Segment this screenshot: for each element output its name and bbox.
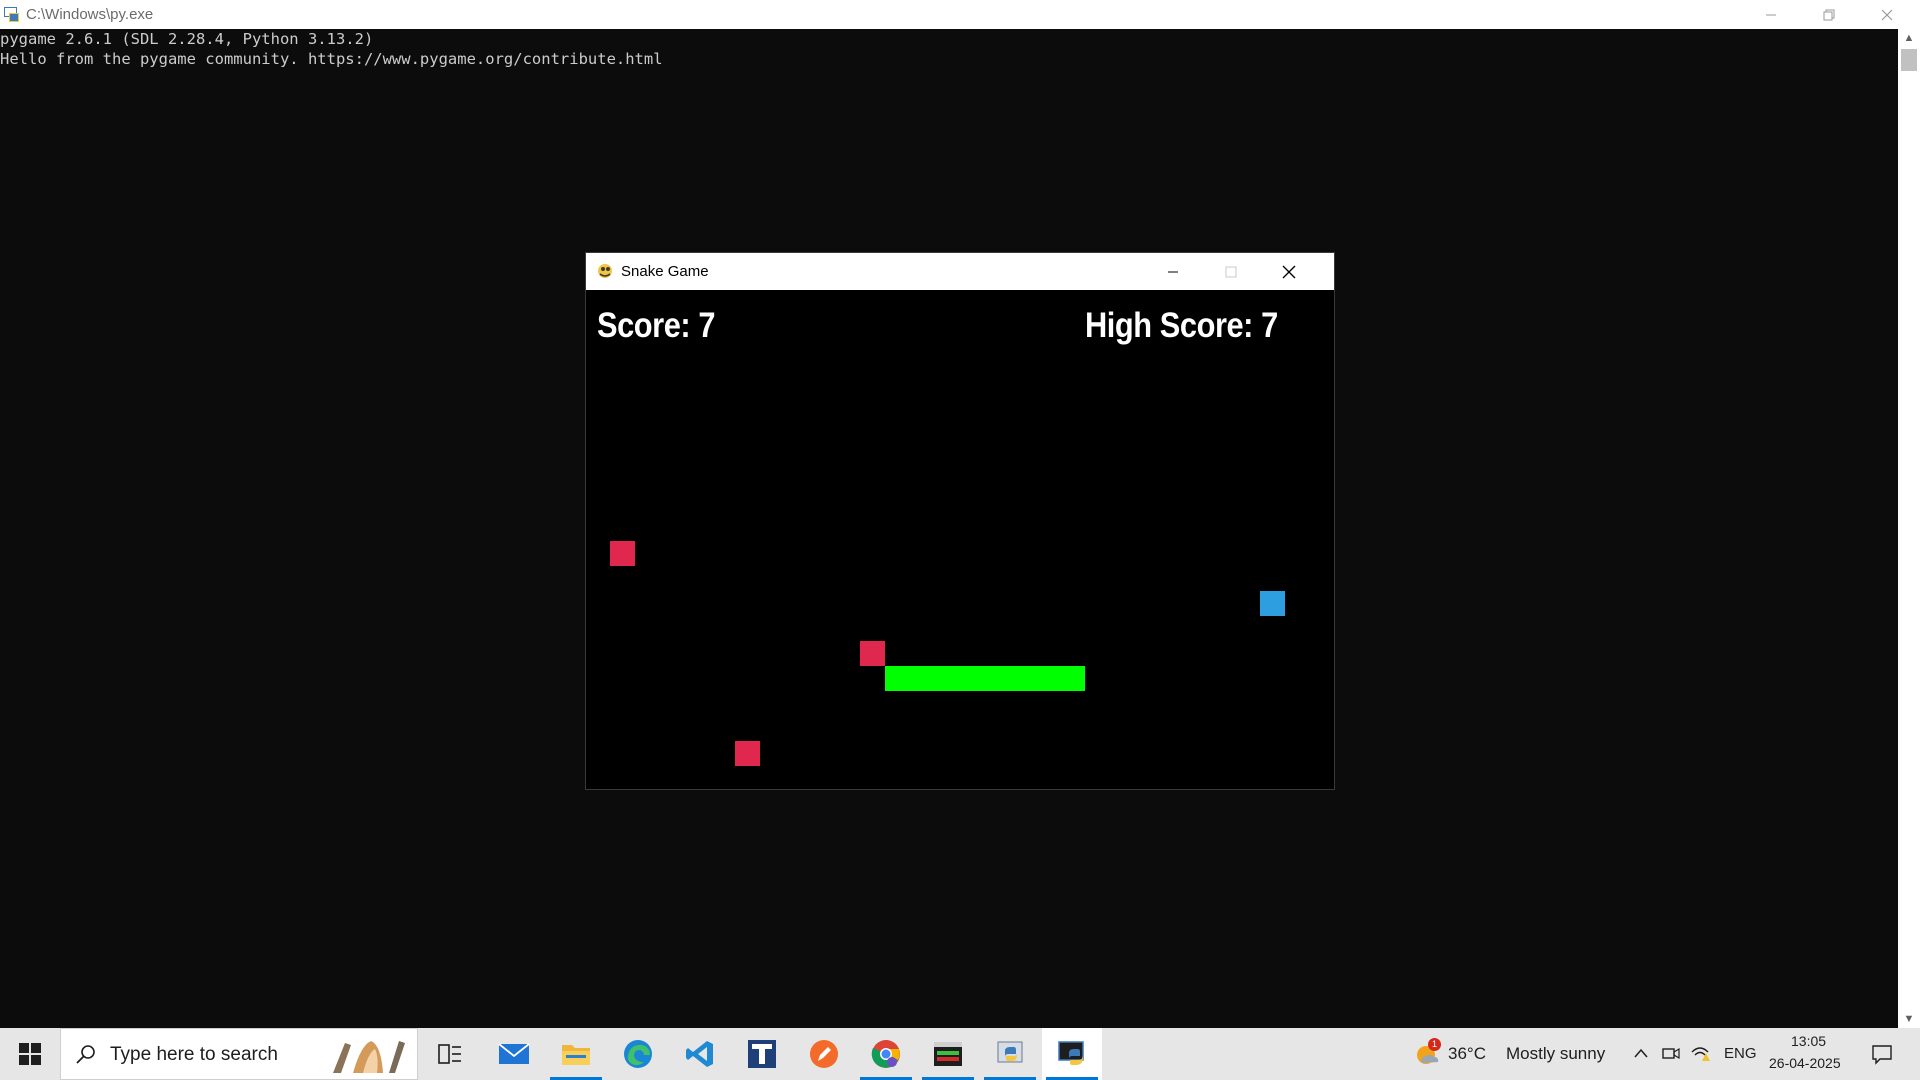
- game-title: Snake Game: [621, 263, 709, 280]
- game-minimize-button[interactable]: [1144, 253, 1202, 290]
- clock-date[interactable]: 26-04-2025: [1769, 1055, 1841, 1071]
- snake-game-window: Snake Game Score: 7 High Score: 7: [585, 252, 1335, 790]
- python-console-icon: [1058, 1041, 1084, 1065]
- red-obstacle-block: [735, 741, 760, 766]
- taskbar-pencil-app-button[interactable]: [794, 1028, 854, 1080]
- scroll-thumb[interactable]: [1901, 49, 1917, 71]
- minimize-icon: [1168, 271, 1178, 272]
- taskbar-chrome-button[interactable]: [856, 1028, 916, 1080]
- search-highlight-art-icon: [333, 1041, 405, 1073]
- taskbar-search-box[interactable]: Type here to search: [60, 1028, 418, 1080]
- windows-logo-icon: [19, 1043, 41, 1065]
- game-canvas[interactable]: Score: 7 High Score: 7: [586, 290, 1334, 789]
- taskbar-edge-button[interactable]: [608, 1028, 668, 1080]
- mail-icon: [498, 1043, 530, 1064]
- restore-icon: [1823, 9, 1835, 20]
- taskbar: Type here to search 1 36°C Mostly sunny …: [0, 1028, 1920, 1080]
- weather-alert-badge: 1: [1428, 1038, 1441, 1051]
- console-restore-button[interactable]: [1800, 0, 1858, 29]
- console-close-button[interactable]: [1858, 0, 1916, 29]
- scroll-down-arrow-icon[interactable]: ▼: [1898, 1010, 1920, 1028]
- vscode-icon: [686, 1041, 713, 1067]
- weather-widget-icon[interactable]: 1: [1414, 1038, 1441, 1067]
- blue-food-block: [1260, 591, 1285, 616]
- weather-description[interactable]: Mostly sunny: [1506, 1044, 1605, 1064]
- score-label: Score: 7: [597, 306, 716, 345]
- task-view-button[interactable]: [420, 1028, 480, 1080]
- pencil-app-icon: [810, 1040, 838, 1068]
- snake-body: [885, 666, 1085, 691]
- console-line: Hello from the pygame community. https:/…: [0, 50, 663, 68]
- notification-icon: [1872, 1045, 1892, 1065]
- taskbar-vscode-button[interactable]: [670, 1028, 730, 1080]
- terminal-icon: [934, 1042, 962, 1066]
- search-placeholder: Type here to search: [110, 1044, 278, 1065]
- weather-temperature[interactable]: 36°C: [1448, 1044, 1486, 1064]
- taskbar-typora-button[interactable]: [732, 1028, 792, 1080]
- camera-icon: [1662, 1047, 1680, 1060]
- search-icon: [76, 1045, 95, 1064]
- console-line: pygame 2.6.1 (SDL 2.28.4, Python 3.13.2): [0, 30, 374, 48]
- clock-time[interactable]: 13:05: [1791, 1033, 1826, 1049]
- close-icon: [1282, 265, 1296, 278]
- pygame-snake-icon: [598, 264, 612, 278]
- typora-icon: [748, 1040, 776, 1068]
- edge-icon: [624, 1040, 652, 1068]
- meet-now-button[interactable]: [1660, 1042, 1682, 1064]
- taskbar-mail-button[interactable]: [484, 1028, 544, 1080]
- red-obstacle-block: [860, 641, 885, 666]
- task-view-icon: [438, 1044, 461, 1064]
- network-warning-icon: [1691, 1047, 1710, 1061]
- chevron-up-icon: [1634, 1048, 1648, 1058]
- input-language[interactable]: ENG: [1724, 1045, 1757, 1062]
- notification-center-button[interactable]: [1869, 1041, 1895, 1067]
- python-idle-icon: [997, 1041, 1023, 1063]
- game-close-button[interactable]: [1260, 253, 1318, 290]
- console-minimize-button[interactable]: [1742, 0, 1800, 29]
- file-explorer-icon: [562, 1045, 590, 1065]
- network-status-button[interactable]: [1689, 1042, 1711, 1064]
- console-titlebar: C:\Windows\py.exe: [0, 0, 1920, 29]
- console-title: C:\Windows\py.exe: [26, 6, 154, 23]
- taskbar-file-explorer-button[interactable]: [546, 1028, 606, 1080]
- taskbar-terminal-button[interactable]: [918, 1028, 978, 1080]
- scroll-up-arrow-icon[interactable]: ▲: [1898, 29, 1920, 47]
- start-button[interactable]: [0, 1028, 60, 1080]
- taskbar-python-idle-button[interactable]: [980, 1028, 1040, 1080]
- python-console-icon: [4, 7, 19, 22]
- game-maximize-button[interactable]: [1202, 253, 1260, 290]
- show-hidden-icons-button[interactable]: [1630, 1042, 1652, 1064]
- red-obstacle-block: [610, 541, 635, 566]
- console-scrollbar[interactable]: ▲ ▼: [1898, 29, 1920, 1028]
- taskbar-python-console-button[interactable]: [1042, 1028, 1102, 1080]
- high-score-label: High Score: 7: [1085, 306, 1278, 345]
- chrome-icon: [871, 1040, 900, 1068]
- game-titlebar[interactable]: Snake Game: [586, 253, 1334, 290]
- minimize-icon: [1766, 14, 1776, 15]
- maximize-icon: [1225, 266, 1237, 277]
- close-icon: [1881, 9, 1893, 20]
